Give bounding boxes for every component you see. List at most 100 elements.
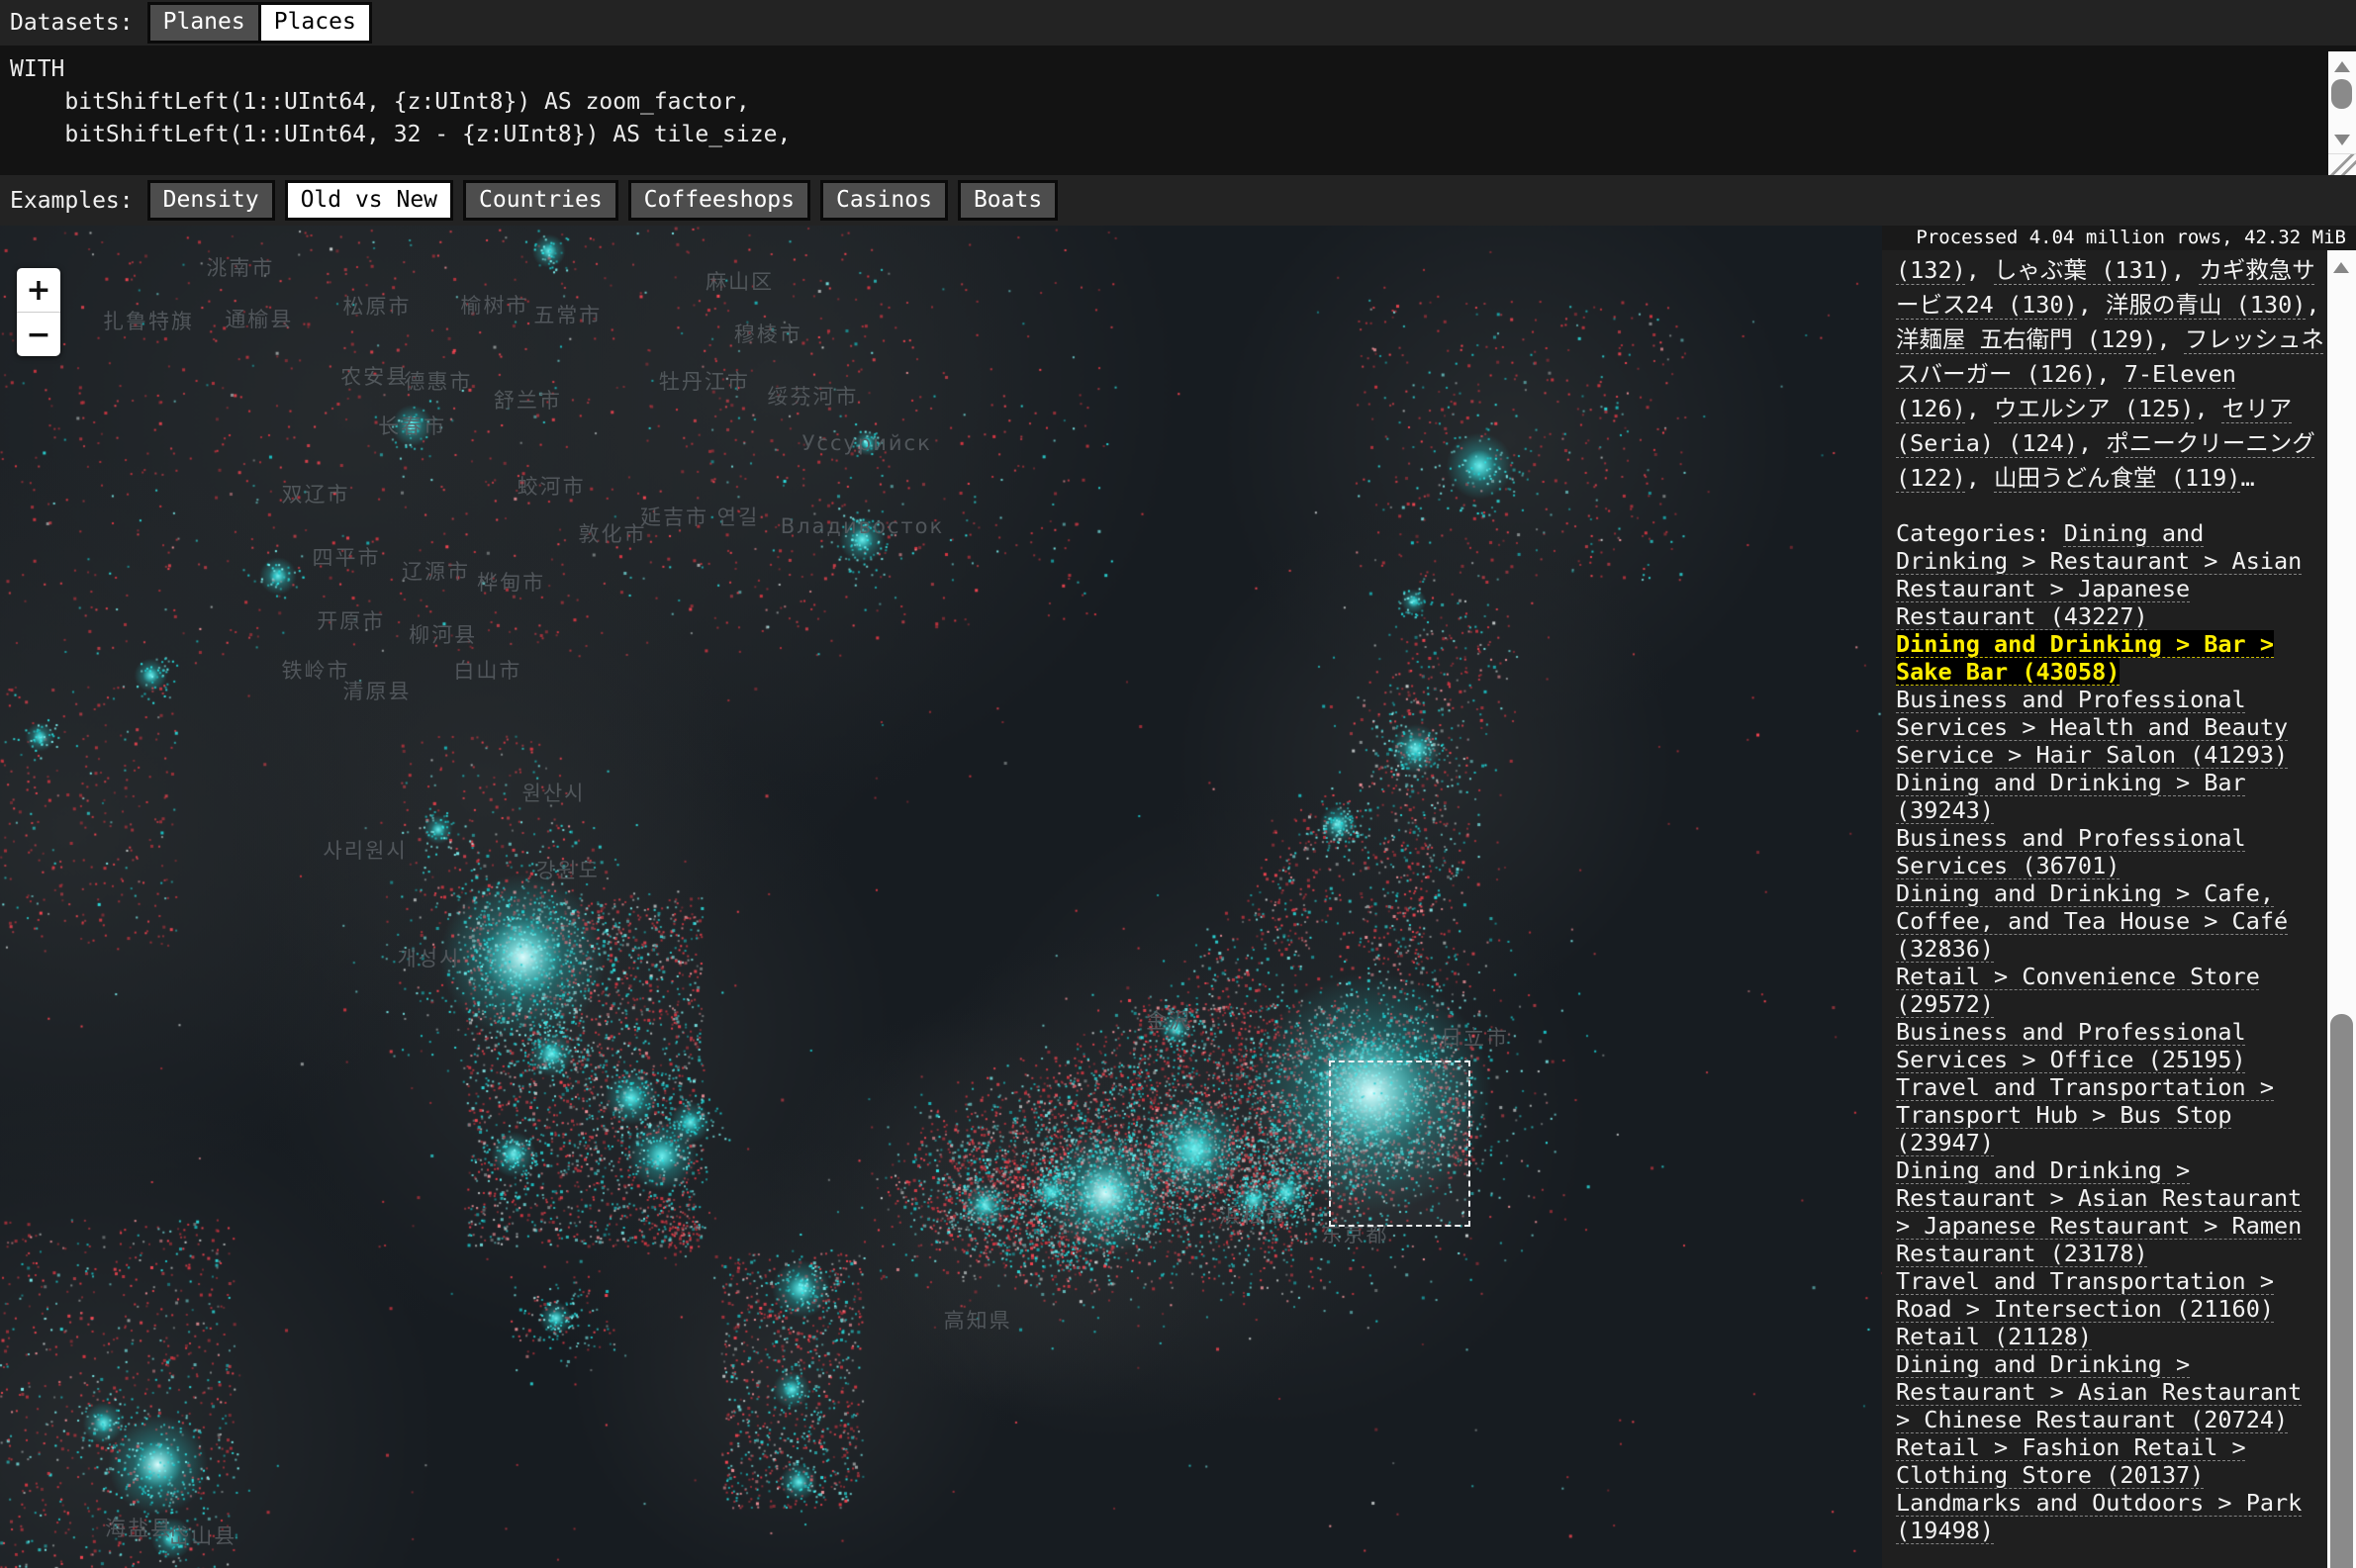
category-link[interactable]: Retail (21128) — [1896, 1323, 2092, 1350]
map-city-label: 绥芬河市 — [767, 381, 858, 411]
zoom-in-button[interactable]: + — [17, 268, 60, 312]
map-city-label: 강원도 — [536, 855, 600, 884]
map-city-label: 农安县 — [340, 361, 409, 391]
examples-button-group: DensityOld vs NewCountriesCoffeeshopsCas… — [147, 180, 1059, 222]
map-city-label: 辽源市 — [402, 556, 470, 586]
map-city-label: 双辽市 — [282, 479, 350, 508]
example-button-casinos[interactable]: Casinos — [820, 180, 948, 222]
category-link[interactable]: Travel and Transportation > Road > Inter… — [1896, 1267, 2274, 1323]
results-sidebar: Processed 4.04 million rows, 42.32 MiB (… — [1882, 226, 2356, 1568]
category-row: Dining and Drinking > Bar > Sake Bar (43… — [1896, 630, 2327, 686]
category-link-highlighted[interactable]: Dining and Drinking > Bar > Sake Bar (43… — [1896, 630, 2274, 686]
map-city-label: 长春市 — [378, 411, 446, 440]
map-city-label: 사리원시 — [323, 835, 407, 865]
scroll-up-icon[interactable] — [2334, 61, 2350, 72]
category-row: Business and Professional Services > Hea… — [1896, 686, 2327, 769]
map-city-label: 麻山区 — [706, 266, 774, 296]
map-city-label: 浜松市 — [1219, 1200, 1287, 1230]
map-city-label: 清原县 — [342, 676, 411, 705]
map-city-label: 柳河县 — [409, 619, 477, 649]
map-city-label: 舒兰市 — [494, 385, 562, 415]
map-city-label: 铁岭市 — [282, 655, 350, 685]
map-city-label: 白山市 — [453, 655, 521, 685]
map-city-label: 通榆县 — [225, 304, 293, 333]
category-link[interactable]: Dining and Drinking > Restaurant > Asian… — [1896, 1156, 2302, 1267]
category-row: Travel and Transportation > Transport Hu… — [1896, 1073, 2327, 1156]
sql-editor-scrollbar[interactable] — [2328, 51, 2356, 175]
category-link[interactable]: Retail > Fashion Retail > Clothing Store… — [1896, 1433, 2246, 1489]
brand-link[interactable]: 山田うどん食堂 (119) — [1994, 464, 2240, 492]
brand-link[interactable]: ウエルシア (125) — [1994, 395, 2194, 422]
map-city-label: Уссурийск — [802, 431, 932, 455]
map-city-label: 金沢 — [1146, 1005, 1191, 1035]
brand-link[interactable]: しゃぶ葉 (131) — [1994, 256, 2171, 284]
datasets-button-group: PlanesPlaces — [147, 2, 372, 44]
scroll-down-icon[interactable] — [2334, 135, 2350, 145]
datasets-bar: Datasets: PlanesPlaces — [0, 0, 2356, 46]
category-row: Retail > Fashion Retail > Clothing Store… — [1896, 1433, 2327, 1489]
map-city-label: 扎鲁特旗 — [103, 306, 194, 335]
category-row: Retail (21128) — [1896, 1323, 2327, 1350]
category-row: Business and Professional Services > Off… — [1896, 1018, 2327, 1073]
map-city-label: 德惠市 — [404, 366, 472, 396]
category-link[interactable]: Retail > Convenience Store (29572) — [1896, 963, 2260, 1018]
map-zoom-control: + − — [17, 268, 60, 356]
category-link[interactable]: Business and Professional Services > Hea… — [1896, 686, 2288, 769]
example-button-coffeeshops[interactable]: Coffeeshops — [628, 180, 810, 222]
category-link[interactable]: Dining and Drinking > Cafe, Coffee, and … — [1896, 879, 2288, 963]
map-city-label: 岱山县 — [168, 1521, 236, 1550]
textarea-resize-grip-icon[interactable] — [2328, 153, 2356, 176]
category-link[interactable]: Landmarks and Outdoors > Park (19498) — [1896, 1489, 2302, 1544]
tile-selection-box — [1329, 1061, 1470, 1227]
example-button-countries[interactable]: Countries — [463, 180, 618, 222]
map-city-label: 榆树市 — [461, 290, 529, 320]
sql-editor[interactable]: WITH bitShiftLeft(1::UInt64, {z:UInt8}) … — [0, 46, 2356, 175]
map-city-label: 海盐县 — [105, 1513, 173, 1542]
category-link[interactable]: Travel and Transportation > Transport Hu… — [1896, 1073, 2274, 1156]
example-button-old-vs-new[interactable]: Old vs New — [285, 180, 453, 222]
map-city-label: 日立市 — [1441, 1022, 1509, 1052]
categories-list: Categories: Dining and Drinking > Restau… — [1896, 519, 2327, 1544]
examples-label: Examples: — [10, 188, 134, 214]
example-button-density[interactable]: Density — [147, 180, 275, 222]
brand-link[interactable]: (132) — [1896, 256, 1966, 284]
brand-link[interactable]: 洋服の青山 (130) — [2106, 291, 2306, 319]
query-status: Processed 4.04 million rows, 42.32 MiB — [1882, 226, 2356, 250]
category-row: Dining and Drinking > Cafe, Coffee, and … — [1896, 879, 2327, 963]
dataset-button-planes[interactable]: Planes — [150, 5, 258, 41]
examples-bar: Examples: DensityOld vs NewCountriesCoff… — [0, 175, 2356, 226]
sql-scrollbar-thumb[interactable] — [2331, 79, 2352, 109]
brands-ellipsis: … — [2240, 464, 2254, 492]
map-city-label: 延吉市 연길 — [640, 502, 759, 531]
category-row: Dining and Drinking > Bar (39243) — [1896, 769, 2327, 824]
map-city-label: 四平市 — [313, 542, 381, 572]
map-city-label: 穆棱市 — [734, 319, 802, 348]
brands-list: (132), しゃぶ葉 (131), カギ救急サービス24 (130), 洋服の… — [1896, 253, 2327, 496]
brand-link[interactable]: 洋麺屋 五右衛門 (129) — [1896, 325, 2157, 353]
example-button-boats[interactable]: Boats — [958, 180, 1058, 222]
map-city-label: 蛟河市 — [518, 471, 586, 501]
zoom-out-button[interactable]: − — [17, 313, 60, 356]
dataset-button-places[interactable]: Places — [261, 5, 369, 41]
sidebar-scrollbar-thumb[interactable] — [2330, 1014, 2353, 1568]
category-link[interactable]: Business and Professional Services > Off… — [1896, 1018, 2246, 1073]
map-city-label: 桦甸市 — [477, 567, 545, 597]
map-city-label: 高知県 — [944, 1305, 1012, 1335]
map-city-label: 개성시 — [397, 943, 460, 972]
category-row: Landmarks and Outdoors > Park (19498) — [1896, 1489, 2327, 1544]
category-row: Dining and Drinking > Restaurant > Asian… — [1896, 1350, 2327, 1433]
scroll-up-icon[interactable] — [2333, 262, 2349, 273]
map-city-label: 开原市 — [317, 605, 385, 635]
map-city-label: 牡丹江市 — [659, 366, 750, 396]
map-city-label: 敦化市 — [579, 518, 647, 548]
categories-heading: Categories: — [1896, 519, 2064, 547]
map-city-label: 洮南市 — [206, 252, 274, 282]
results-content: (132), しゃぶ葉 (131), カギ救急サービス24 (130), 洋服の… — [1882, 250, 2327, 1568]
sql-code[interactable]: WITH bitShiftLeft(1::UInt64, {z:UInt8}) … — [0, 46, 2356, 151]
map-city-label: Владивосток — [781, 514, 944, 538]
category-row: Travel and Transportation > Road > Inter… — [1896, 1267, 2327, 1323]
category-link[interactable]: Dining and Drinking > Bar (39243) — [1896, 769, 2246, 824]
sidebar-scrollbar[interactable] — [2327, 250, 2356, 1568]
category-link[interactable]: Dining and Drinking > Restaurant > Asian… — [1896, 1350, 2302, 1433]
category-link[interactable]: Business and Professional Services (3670… — [1896, 824, 2246, 879]
